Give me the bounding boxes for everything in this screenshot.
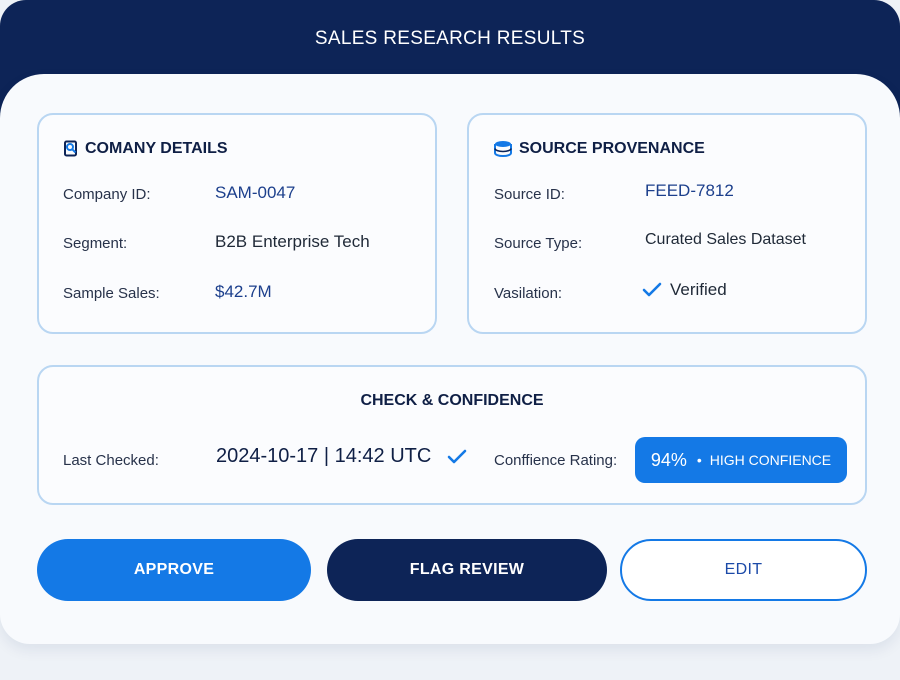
confidence-percent: 94% bbox=[650, 449, 687, 470]
company-id-label: Company ID: bbox=[63, 186, 151, 203]
company-details-panel: COMANY DETAILS Company ID: SAM-0047 Segm… bbox=[37, 113, 437, 334]
search-document-icon bbox=[63, 140, 79, 158]
source-id-label: Source ID: bbox=[494, 186, 565, 203]
flag-review-button[interactable]: FLAG REVIEW bbox=[327, 539, 607, 601]
validation-label: Vasilation: bbox=[494, 285, 563, 302]
check-confidence-title: CHECK & CONFIDENCE bbox=[360, 392, 544, 409]
page-title: SALES RESEARCH RESULTS bbox=[314, 28, 586, 49]
sample-sales-label: Sample Sales: bbox=[63, 285, 160, 302]
company-id-value: SAM-0047 bbox=[215, 183, 296, 202]
source-provenance-panel: SOURCE PROVENANCE Source ID: FEED-7812 S… bbox=[467, 113, 867, 334]
segment-label: Segment: bbox=[63, 235, 128, 252]
confidence-level: HIGH CONFIENCE bbox=[709, 452, 832, 468]
checked-icon bbox=[447, 449, 467, 465]
last-checked-timestamp: 2024-10-17 | 14:42 UTC bbox=[216, 445, 467, 468]
source-type-label: Source Type: bbox=[494, 235, 583, 252]
source-id-value: FEED-7812 bbox=[645, 181, 734, 200]
confidence-separator: • bbox=[696, 452, 702, 468]
company-details-heading: COMANY DETAILS bbox=[63, 140, 228, 158]
approve-button[interactable]: APPROVE bbox=[37, 539, 311, 601]
company-details-title: COMANY DETAILS bbox=[85, 140, 228, 157]
source-type-value: Curated Sales Dataset bbox=[645, 231, 806, 248]
last-checked-value: 2024-10-17 | 14:42 UTC bbox=[216, 445, 432, 467]
validation-status: Verified bbox=[642, 280, 727, 300]
segment-value: B2B Enterprise Tech bbox=[215, 232, 370, 251]
check-confidence-panel: CHECK & CONFIDENCE Last Checked: 2024-10… bbox=[37, 365, 867, 505]
confidence-rating-label: Conffience Rating: bbox=[494, 452, 618, 469]
validation-value: Verified bbox=[670, 280, 727, 299]
database-icon bbox=[493, 140, 513, 158]
verified-check-icon bbox=[642, 282, 662, 298]
source-provenance-title: SOURCE PROVENANCE bbox=[519, 140, 705, 157]
edit-button[interactable]: EDIT bbox=[620, 539, 867, 601]
sample-sales-value: $42.7M bbox=[215, 282, 272, 301]
last-checked-label: Last Checked: bbox=[63, 452, 159, 469]
source-provenance-heading: SOURCE PROVENANCE bbox=[493, 140, 705, 158]
confidence-badge: 94% • HIGH CONFIENCE bbox=[635, 437, 847, 483]
